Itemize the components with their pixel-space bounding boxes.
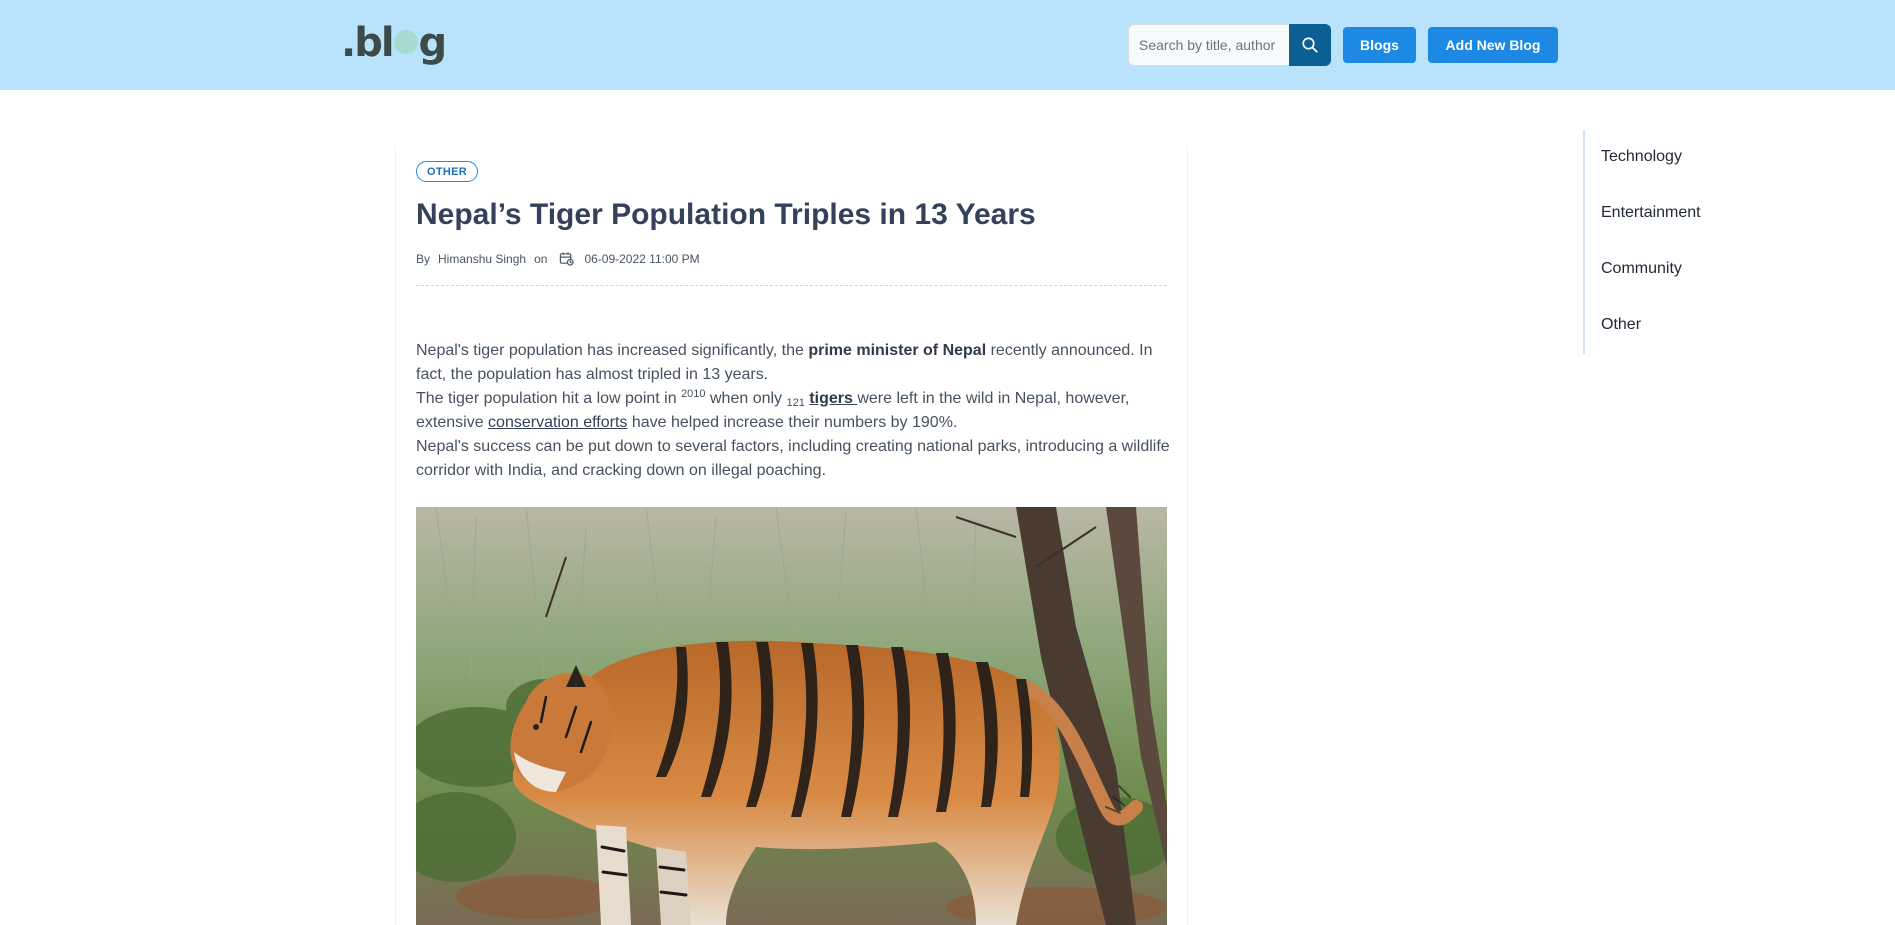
site-logo[interactable]: .bl g [341,20,447,70]
tiger-photo [416,507,1167,925]
add-new-blog-button[interactable]: Add New Blog [1428,27,1558,63]
conservation-efforts-link[interactable]: conservation efforts [488,414,627,431]
paragraph-3: Nepal's success can be put down to sever… [416,438,1170,479]
tigers-link[interactable]: tigers [809,390,857,407]
site-header: .blg Blogs Add New Blog [0,0,1895,90]
publish-date: 06-09-2022 11:00 PM [584,251,700,266]
author-name[interactable]: Himanshu Singh [438,252,526,266]
search-button[interactable] [1289,24,1331,66]
on-label: on [534,251,548,266]
sidebar-item-entertainment[interactable]: Entertainment [1601,204,1701,222]
paragraph-1: Nepal's tiger population has increased s… [416,342,1153,383]
category-tag[interactable]: OTHER [416,161,478,182]
logo-o-mark [393,30,418,54]
article-card: OTHER Nepal’s Tiger Population Triples i… [395,146,1188,925]
paragraph-2: The tiger population hit a low point in … [416,388,1130,432]
article-meta: By Himanshu Singh on 06-09-2022 11:00 PM [416,251,708,266]
search-icon [1302,37,1318,53]
meta-divider [416,285,1167,286]
article-title: Nepal’s Tiger Population Triples in 13 Y… [416,198,1036,231]
search-input[interactable] [1128,24,1289,66]
sidebar-item-technology[interactable]: Technology [1601,148,1682,166]
sidebar-item-community[interactable]: Community [1601,260,1682,278]
blogs-button[interactable]: Blogs [1343,27,1416,63]
by-label: By [416,251,431,266]
article-body: Nepal's tiger population has increased s… [416,339,1171,483]
sidebar-item-other[interactable]: Other [1601,316,1641,334]
category-sidebar: Technology Entertainment Community Other [1583,130,1783,354]
calendar-icon [559,251,575,266]
search-bar [1128,24,1331,66]
